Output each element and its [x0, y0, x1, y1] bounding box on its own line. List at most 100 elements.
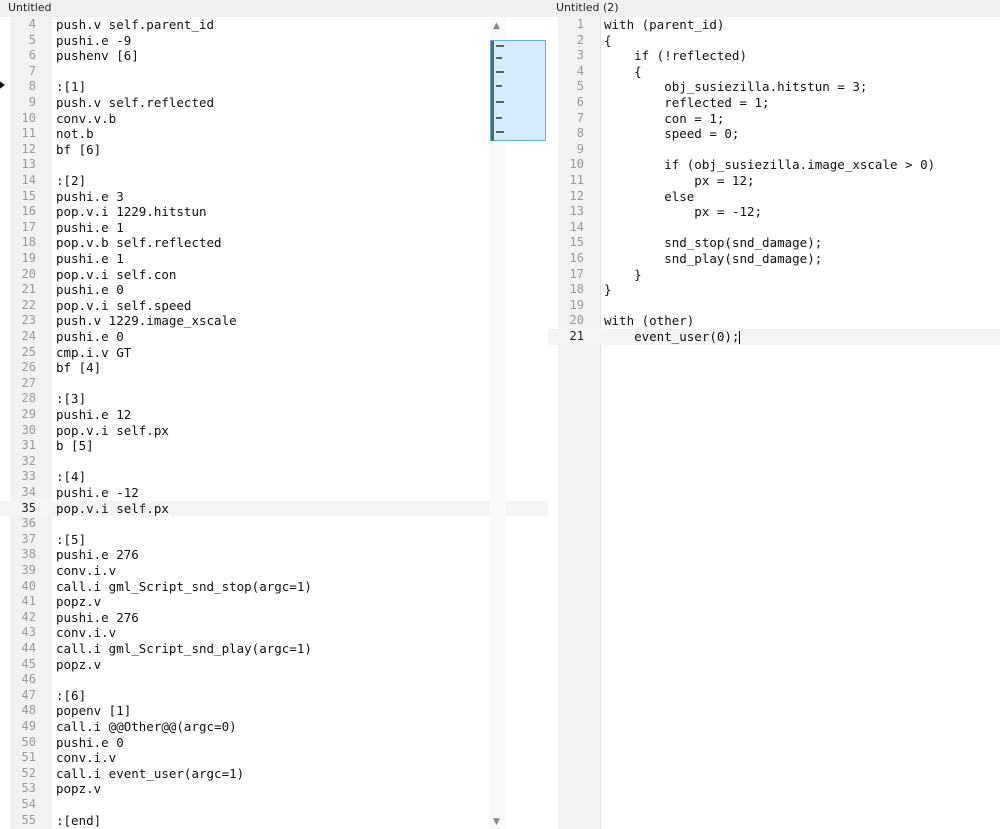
code-line[interactable]: 16 snd_play(snd_damage);	[548, 251, 1000, 267]
code-line[interactable]: 33:[4]	[0, 469, 548, 485]
code-line[interactable]: 18}	[548, 282, 1000, 298]
code-line[interactable]: 13 px = -12;	[548, 204, 1000, 220]
code-line[interactable]: 4 push.v self.parent_id	[0, 17, 548, 33]
code-line[interactable]: 1 with (parent_id)	[548, 17, 1000, 33]
code-line[interactable]: 24 pushi.e 0	[0, 329, 548, 345]
code-line[interactable]: 55:[end]	[0, 813, 548, 829]
code-line[interactable]: 8:[1]	[0, 79, 548, 95]
code-line[interactable]: 40 call.i gml_Script_snd_stop(argc=1)	[0, 579, 548, 595]
code-line[interactable]: 14	[548, 220, 1000, 236]
code-line[interactable]: 22 pop.v.i self.speed	[0, 298, 548, 314]
code-line[interactable]: 11 px = 12;	[548, 173, 1000, 189]
code-line[interactable]: 53 popz.v	[0, 781, 548, 797]
code-line[interactable]: 32	[0, 454, 548, 470]
current-code-line[interactable]: 35 pop.v.i self.px	[0, 500, 548, 517]
tab-untitled-2[interactable]: Untitled (2)	[548, 0, 1000, 17]
code-line[interactable]: 36	[0, 516, 548, 532]
scroll-up-icon[interactable]: ▲	[493, 21, 500, 31]
scrollbar-minimap-thumb[interactable]	[490, 40, 546, 141]
code-line[interactable]: 15 snd_stop(snd_damage);	[548, 235, 1000, 251]
code-line[interactable]: 31 b [5]	[0, 438, 548, 454]
code-line[interactable]: 18 pop.v.b self.reflected	[0, 235, 548, 251]
current-code-line[interactable]: 21 event_user(0);	[548, 329, 1000, 345]
code-line[interactable]: 39 conv.i.v	[0, 563, 548, 579]
code-line[interactable]: 46	[0, 672, 548, 688]
code-line[interactable]: 41 popz.v	[0, 594, 548, 610]
code-line[interactable]: 38 pushi.e 276	[0, 547, 548, 563]
code-line[interactable]: 8 speed = 0;	[548, 126, 1000, 142]
code-line[interactable]: 11 not.b	[0, 126, 548, 142]
code-line[interactable]: 14:[2]	[0, 173, 548, 189]
line-number: 21	[569, 329, 584, 343]
code-line[interactable]: 13	[0, 157, 548, 173]
right-code-editor[interactable]: 1 with (parent_id) 2{3 if (!reflected) 4 {5…	[548, 17, 1000, 829]
code-line[interactable]: 20 with (other)	[548, 313, 1000, 329]
left-code-editor[interactable]: 4 push.v self.parent_id 5 pushi.e -9 6 pushen…	[0, 17, 548, 829]
code-line[interactable]: 3 if (!reflected)	[548, 48, 1000, 64]
code-line[interactable]: 37:[5]	[0, 532, 548, 548]
line-number: 27	[21, 375, 36, 390]
code-line[interactable]: 7	[0, 64, 548, 80]
code-line[interactable]: 5 pushi.e -9	[0, 33, 548, 49]
code-text: pop.v.b self.reflected	[56, 235, 222, 251]
code-line[interactable]: 21 pushi.e 0	[0, 282, 548, 298]
code-line[interactable]: 16 pop.v.i 1229.hitstun	[0, 204, 548, 220]
code-line[interactable]: 28:[3]	[0, 391, 548, 407]
code-line[interactable]: 45 popz.v	[0, 657, 548, 673]
code-line[interactable]: 4 {	[548, 64, 1000, 80]
code-line[interactable]: 17 }	[548, 267, 1000, 283]
code-line[interactable]: 52 call.i event_user(argc=1)	[0, 766, 548, 782]
code-line[interactable]: 27	[0, 376, 548, 392]
code-text: pushi.e 0	[56, 282, 124, 298]
line-number: 46	[21, 672, 36, 687]
tab-untitled[interactable]: Untitled	[0, 0, 548, 17]
code-line[interactable]: 2{	[548, 33, 1000, 49]
code-line[interactable]: 50 pushi.e 0	[0, 735, 548, 751]
line-number: 24	[21, 329, 36, 343]
code-line[interactable]: 49 call.i @@Other@@(argc=0)	[0, 719, 548, 735]
code-line[interactable]: 29 pushi.e 12	[0, 407, 548, 423]
code-line[interactable]: 12 bf [6]	[0, 142, 548, 158]
line-number: 4	[28, 17, 36, 31]
scroll-down-icon[interactable]: ▼	[493, 817, 500, 827]
code-line[interactable]: 9 push.v self.reflected	[0, 95, 548, 111]
line-number: 34	[21, 485, 36, 499]
code-line[interactable]: 19 pushi.e 1	[0, 251, 548, 267]
code-line[interactable]: 6 reflected = 1;	[548, 95, 1000, 111]
code-line[interactable]: 10 conv.v.b	[0, 111, 548, 127]
code-line[interactable]: 48 popenv [1]	[0, 703, 548, 719]
code-line[interactable]: 42 pushi.e 276	[0, 610, 548, 626]
code-text: :[6]	[56, 687, 87, 703]
code-line[interactable]: 10 if (obj_susiezilla.image_xscale > 0)	[548, 157, 1000, 173]
line-number: 36	[21, 516, 36, 531]
line-number: 10	[569, 157, 584, 172]
code-line[interactable]: 23 push.v 1229.image_xscale	[0, 313, 548, 329]
code-text: popz.v	[56, 594, 102, 610]
code-line[interactable]: 6 pushenv [6]	[0, 48, 548, 64]
line-number: 5	[576, 79, 584, 94]
code-line[interactable]: 20 pop.v.i self.con	[0, 267, 548, 283]
code-line[interactable]: 34 pushi.e -12	[0, 485, 548, 501]
code-text: :[5]	[56, 531, 87, 547]
code-line[interactable]: 19	[548, 298, 1000, 314]
code-line[interactable]: 30 pop.v.i self.px	[0, 423, 548, 439]
code-line[interactable]: 47:[6]	[0, 688, 548, 704]
code-line[interactable]: 7 con = 1;	[548, 111, 1000, 127]
code-line[interactable]: 51 conv.i.v	[0, 750, 548, 766]
code-line[interactable]: 9	[548, 142, 1000, 158]
code-line[interactable]: 5 obj_susiezilla.hitstun = 3;	[548, 79, 1000, 95]
line-number: 4	[576, 63, 584, 78]
code-line[interactable]: 17 pushi.e 1	[0, 220, 548, 236]
code-line[interactable]: 15 pushi.e 3	[0, 189, 548, 205]
code-line[interactable]: 54	[0, 797, 548, 813]
code-line[interactable]: 12 else	[548, 189, 1000, 205]
text-caret	[739, 331, 741, 344]
line-number: 13	[21, 157, 36, 172]
code-text: b [5]	[56, 438, 94, 454]
code-line[interactable]: 25 cmp.i.v GT	[0, 345, 548, 361]
line-number: 20	[569, 313, 584, 328]
code-line[interactable]: 26 bf [4]	[0, 360, 548, 376]
code-line[interactable]: 44 call.i gml_Script_snd_play(argc=1)	[0, 641, 548, 657]
code-line[interactable]: 43 conv.i.v	[0, 625, 548, 641]
line-number: 45	[21, 656, 36, 671]
